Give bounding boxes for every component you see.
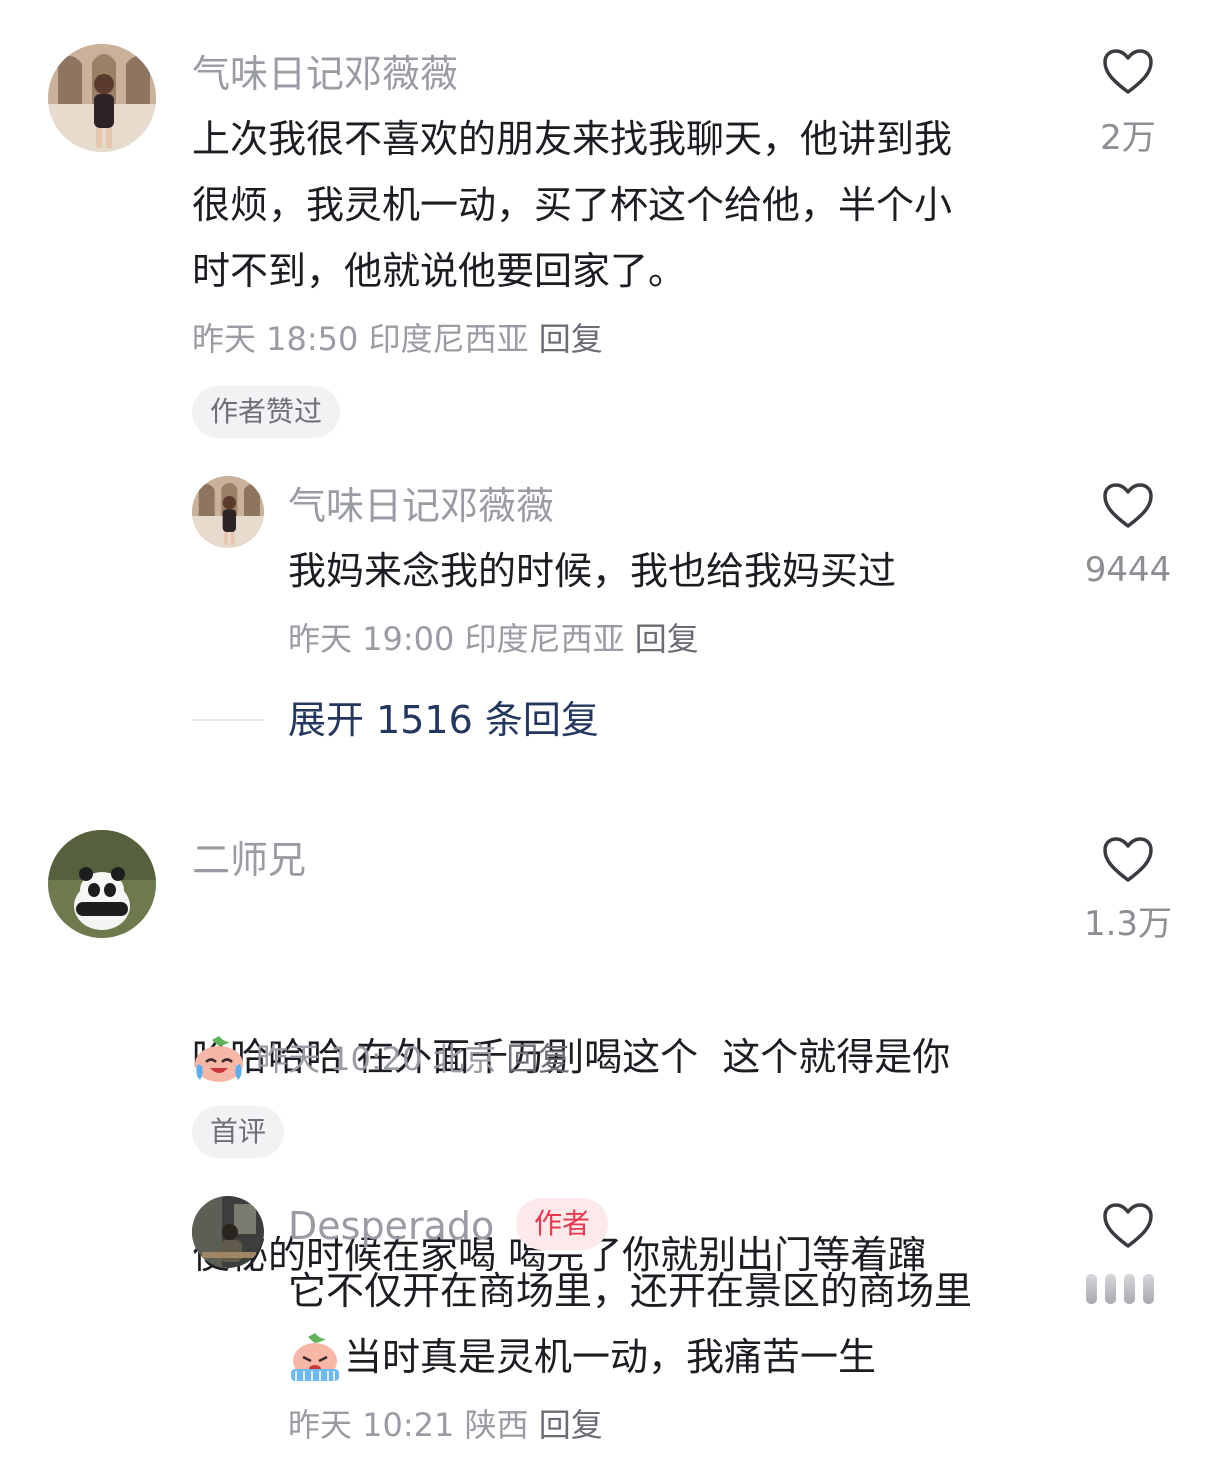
comment-meta: 昨天 18:50 印度尼西亚 回复 (192, 318, 603, 360)
location: 印度尼西亚 (464, 620, 625, 658)
comment-meta: 昨天 10:20 北京 回复 (192, 1034, 570, 1084)
heart-icon (1103, 483, 1153, 528)
sweating-crying-face-icon (291, 1333, 339, 1381)
heart-icon (1103, 49, 1153, 94)
reply-button[interactable]: 回复 (539, 1406, 603, 1444)
expand-replies-button[interactable]: 展开 1516 条回复 (288, 696, 599, 744)
timestamp: 昨天 19:00 (288, 620, 455, 658)
timestamp: 昨天 10:21 (288, 1406, 455, 1444)
comment-line-text: 当时真是灵机一动，我痛苦一生 (344, 1335, 877, 1379)
comment-line: 它不仅开在商场里，还开在景区的商场里 (288, 1269, 973, 1313)
comment-text: 它不仅开在商场里，还开在景区的商场里 当时真是灵机一动，我痛苦一生 (288, 1258, 1068, 1390)
avatar[interactable] (192, 476, 264, 548)
reply-button[interactable]: 回复 (539, 320, 603, 358)
comment-meta: 昨天 19:00 印度尼西亚 回复 (288, 618, 699, 660)
like-count: 9444 (1084, 550, 1172, 590)
comment-line: 时不到，他就说他要回家了。 (192, 249, 687, 293)
username[interactable]: 气味日记邓薇薇 (288, 482, 554, 530)
location: 北京 (432, 1040, 497, 1078)
avatar[interactable] (192, 1196, 264, 1268)
reply-button[interactable]: 回复 (506, 1038, 570, 1080)
avatar[interactable] (48, 44, 156, 152)
reply-button[interactable]: 回复 (635, 620, 699, 658)
like-count: 2万 (1100, 118, 1156, 158)
divider (192, 719, 264, 721)
like-button[interactable] (1068, 1202, 1188, 1312)
comment-line: 我妈来念我的时候，我也给我妈买过 (288, 549, 897, 593)
comment-meta: 昨天 10:21 陕西 回复 (288, 1404, 603, 1446)
author-liked-tag: 作者赞过 (192, 386, 341, 438)
location: 印度尼西亚 (368, 320, 529, 358)
username[interactable]: 气味日记邓薇薇 (192, 50, 458, 98)
location: 陕西 (464, 1406, 529, 1444)
username[interactable]: Desperado (288, 1202, 494, 1250)
like-count: 1.3万 (1083, 904, 1173, 944)
timestamp: 昨天 18:50 (192, 320, 359, 358)
like-button[interactable]: 2万 (1068, 48, 1188, 158)
username[interactable]: 二师兄 (192, 836, 306, 884)
first-comment-tag: 首评 (192, 1106, 285, 1158)
comment-text: 我妈来念我的时候，我也给我妈买过 (288, 538, 1048, 604)
comment-line: 上次我很不喜欢的朋友来找我聊天，他讲到我 (192, 117, 953, 161)
timestamp: 昨天 10:20 (256, 1040, 423, 1078)
like-button[interactable]: 9444 (1068, 482, 1188, 592)
heart-icon (1103, 837, 1153, 882)
like-button[interactable]: 1.3万 (1068, 836, 1188, 946)
comment-text: 上次我很不喜欢的朋友来找我聊天，他讲到我 很烦，我灵机一动，买了杯这个给他，半个… (192, 106, 1052, 304)
comment-line: 很烦，我灵机一动，买了杯这个给他，半个小 (192, 183, 953, 227)
hidden-like-count (1086, 1274, 1154, 1304)
heart-icon (1103, 1203, 1153, 1248)
comment-line: 当时真是灵机一动，我痛苦一生 (288, 1324, 1068, 1390)
author-badge: 作者 (516, 1198, 609, 1250)
avatar[interactable] (48, 830, 156, 938)
laughing-crying-face-icon (195, 1036, 243, 1082)
